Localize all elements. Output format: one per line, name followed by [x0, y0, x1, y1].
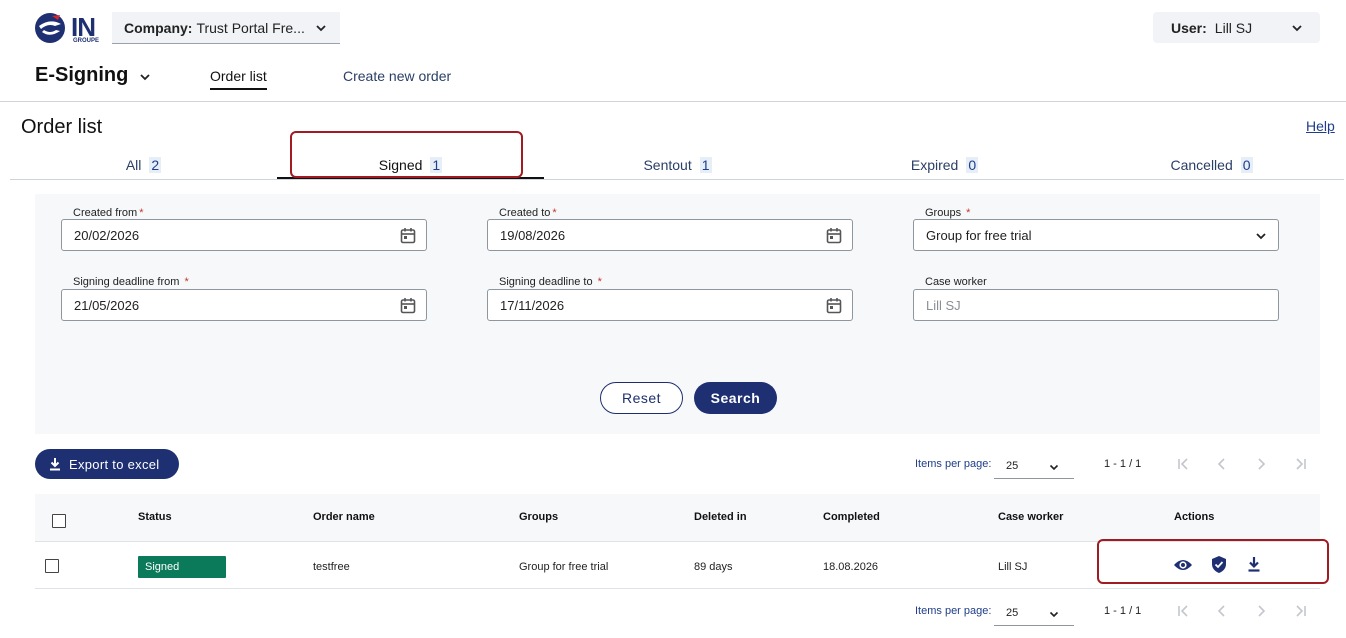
tab-count: 2: [149, 157, 162, 173]
items-per-page-label: Items per page:: [915, 605, 992, 617]
page-range: 1 - 1 / 1: [1104, 605, 1142, 617]
help-link[interactable]: Help: [1306, 118, 1335, 134]
next-page-icon[interactable]: [1249, 452, 1273, 476]
groups-label: Groups *: [925, 207, 971, 219]
column-completed[interactable]: Completed: [823, 511, 880, 523]
column-deleted-in[interactable]: Deleted in: [694, 511, 747, 523]
download-icon: [49, 457, 69, 471]
page-title: Order list: [21, 116, 103, 138]
created-from-value: 20/02/2026: [74, 227, 140, 243]
case-worker-placeholder: Lill SJ: [926, 297, 961, 313]
column-order-name[interactable]: Order name: [313, 511, 375, 523]
deleted-in-cell: 89 days: [694, 561, 733, 573]
page-range: 1 - 1 / 1: [1104, 458, 1142, 470]
signing-to-input[interactable]: 17/11/2026: [487, 289, 853, 321]
created-to-label: Created to *: [499, 207, 557, 219]
logo-subtext: GROUPE: [73, 38, 100, 44]
user-label: User:: [1171, 19, 1207, 36]
row-divider: [35, 588, 1320, 589]
select-all-checkbox[interactable]: [52, 514, 66, 528]
tab-count: 0: [1240, 157, 1253, 173]
column-status[interactable]: Status: [138, 511, 172, 523]
table-header: [35, 494, 1320, 542]
tab-label: Sentout: [643, 157, 692, 173]
case-worker-label: Case worker: [925, 276, 987, 288]
first-page-icon[interactable]: [1172, 452, 1196, 476]
chevron-down-icon: [314, 21, 328, 35]
user-selector[interactable]: User: Lill SJ: [1153, 12, 1320, 43]
export-label: Export to excel: [69, 456, 160, 472]
items-per-page-value: 25: [1006, 460, 1019, 472]
header-divider: [0, 101, 1346, 102]
created-from-input[interactable]: 20/02/2026: [61, 219, 427, 251]
user-value: Lill SJ: [1214, 19, 1253, 36]
items-per-page-select[interactable]: 25: [994, 600, 1074, 626]
signing-from-label: Signing deadline from *: [73, 276, 189, 288]
chevron-down-icon: [1048, 608, 1060, 620]
calendar-icon[interactable]: [826, 297, 842, 314]
signing-to-value: 17/11/2026: [500, 297, 565, 313]
reset-button[interactable]: Reset: [600, 382, 683, 414]
tab-expired[interactable]: Expired 0: [811, 157, 1078, 179]
nav-order-list[interactable]: Order list: [210, 68, 267, 90]
tab-count: 1: [699, 157, 712, 173]
signed-tab-highlight: [290, 131, 523, 178]
tab-label: Cancelled: [1170, 157, 1233, 173]
chevron-down-icon: [1048, 461, 1060, 473]
chevron-down-icon: [138, 70, 152, 84]
created-from-label: Created from *: [73, 207, 144, 219]
groups-value: Group for free trial: [926, 227, 1032, 243]
calendar-icon[interactable]: [400, 297, 416, 314]
column-case-worker[interactable]: Case worker: [998, 511, 1063, 523]
order-name-cell: testfree: [313, 561, 350, 573]
app-title: E-Signing: [35, 64, 129, 86]
search-button[interactable]: Search: [694, 382, 777, 414]
prev-page-icon[interactable]: [1210, 452, 1234, 476]
tab-label: All: [125, 157, 142, 173]
company-label: Company:: [124, 19, 193, 36]
items-per-page-select[interactable]: 25: [994, 453, 1074, 479]
column-groups[interactable]: Groups: [519, 511, 558, 523]
next-page-icon[interactable]: [1249, 599, 1273, 623]
actions-highlight: [1097, 539, 1329, 584]
chevron-down-icon: [1254, 229, 1268, 243]
signing-from-value: 21/05/2026: [74, 297, 140, 313]
column-actions: Actions: [1174, 511, 1215, 523]
tab-count: 0: [966, 157, 979, 173]
prev-page-icon[interactable]: [1210, 599, 1234, 623]
tab-label: Expired: [910, 157, 959, 173]
items-per-page-value: 25: [1006, 607, 1019, 619]
created-to-input[interactable]: 19/08/2026: [487, 219, 853, 251]
in-groupe-logo[interactable]: IN GROUPE: [34, 12, 106, 46]
completed-cell: 18.08.2026: [823, 561, 879, 573]
company-selector[interactable]: Company: Trust Portal Fre...: [112, 12, 340, 44]
calendar-icon[interactable]: [826, 227, 842, 244]
created-to-value: 19/08/2026: [500, 227, 566, 243]
calendar-icon[interactable]: [400, 227, 416, 244]
tab-sentout[interactable]: Sentout 1: [544, 157, 811, 179]
groups-cell: Group for free trial: [519, 561, 609, 573]
signing-from-input[interactable]: 21/05/2026: [61, 289, 427, 321]
first-page-icon[interactable]: [1172, 599, 1196, 623]
app-switcher[interactable]: E-Signing: [35, 64, 152, 87]
tabs-divider: [10, 179, 1344, 180]
last-page-icon[interactable]: [1288, 452, 1312, 476]
groups-select[interactable]: Group for free trial: [913, 219, 1279, 251]
items-per-page-label: Items per page:: [915, 458, 992, 470]
signing-to-label: Signing deadline to *: [499, 276, 602, 288]
last-page-icon[interactable]: [1288, 599, 1312, 623]
export-to-excel-button[interactable]: Export to excel: [35, 449, 179, 479]
tab-all[interactable]: All 2: [10, 157, 277, 179]
status-badge: Signed: [138, 556, 226, 578]
row-checkbox[interactable]: [45, 559, 59, 573]
case-worker-input[interactable]: Lill SJ: [913, 289, 1279, 321]
nav-create-new-order[interactable]: Create new order: [343, 68, 451, 84]
chevron-down-icon: [1290, 21, 1304, 35]
case-worker-cell: Lill SJ: [998, 561, 1028, 573]
tab-cancelled[interactable]: Cancelled 0: [1078, 157, 1345, 179]
